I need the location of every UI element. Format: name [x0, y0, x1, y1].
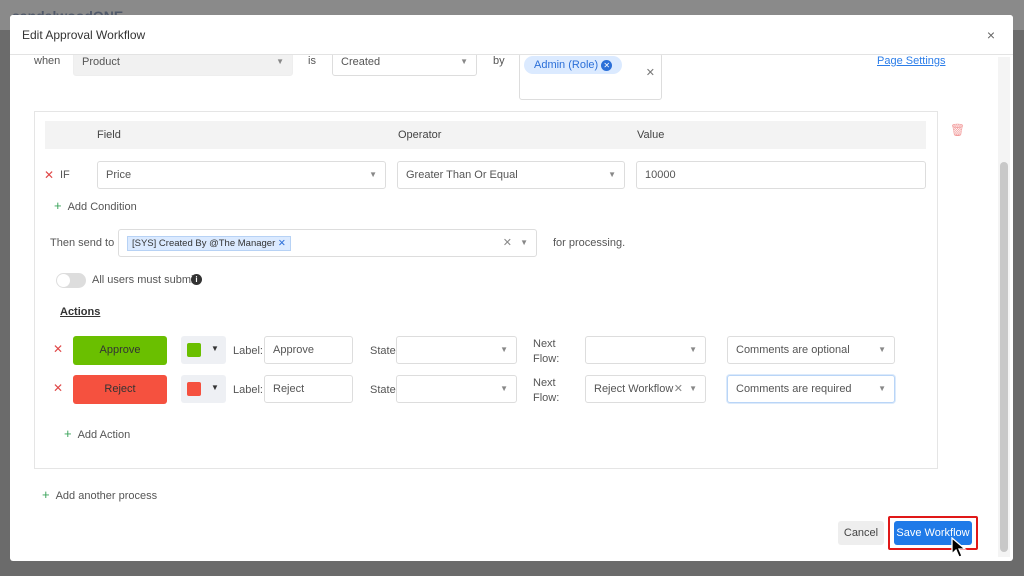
chevron-down-icon: ▼: [878, 345, 886, 354]
chevron-down-icon: ▼: [520, 238, 528, 247]
remove-action-icon[interactable]: ✕: [53, 381, 63, 395]
cancel-button[interactable]: Cancel: [838, 521, 884, 545]
chevron-down-icon: ▼: [369, 170, 377, 179]
is-label: is: [308, 55, 316, 67]
chevron-down-icon: ▼: [878, 384, 886, 393]
plus-icon: +: [42, 487, 50, 502]
all-users-label: All users must submit: [92, 274, 197, 286]
chevron-down-icon: ▼: [500, 384, 508, 393]
when-label: when: [34, 55, 61, 67]
next-flow-select[interactable]: ▼: [585, 336, 706, 364]
comments-value: Comments are required: [736, 383, 852, 395]
cursor-pointer-icon: [951, 537, 967, 558]
actions-title: Actions: [60, 306, 101, 318]
if-label: IF: [60, 169, 70, 181]
value-text: 10000: [645, 169, 676, 181]
action-label-input[interactable]: Approve: [264, 336, 353, 364]
modal-title: Edit Approval Workflow: [22, 28, 146, 42]
scrollbar[interactable]: [998, 57, 1010, 557]
all-users-toggle[interactable]: [56, 273, 86, 288]
action-label-value: Reject: [273, 383, 305, 395]
state-select[interactable]: ▼: [396, 336, 517, 364]
next-flow-select[interactable]: Reject Workflow ✕ ▼: [585, 375, 706, 403]
plus-icon: +: [54, 198, 62, 213]
next-flow-label: Next Flow:: [533, 376, 559, 406]
reject-action-preview[interactable]: Reject: [73, 375, 167, 404]
trash-icon[interactable]: 🗑: [950, 123, 965, 137]
add-condition-label: Add Condition: [67, 201, 137, 213]
chevron-down-icon: ▼: [608, 170, 616, 179]
operator-header: Operator: [398, 129, 442, 141]
next-flow-value: Reject Workflow: [594, 383, 674, 395]
remove-condition-icon[interactable]: ✕: [44, 168, 54, 182]
conditions-header: Field Operator Value: [45, 121, 926, 149]
recipient-tag: [SYS] Created By @The Manager ✕: [127, 236, 291, 251]
edit-approval-workflow-modal: Edit Approval Workflow × when Product ▼ i…: [10, 15, 1013, 561]
role-tag-label: Admin (Role): [534, 59, 599, 71]
value-header: Value: [637, 129, 665, 141]
chevron-down-icon: ▼: [211, 344, 219, 353]
field-header: Field: [97, 129, 121, 141]
label-label: Label:: [233, 345, 263, 357]
next-flow-label: Next Flow:: [533, 337, 559, 367]
state-label: State:: [370, 345, 399, 357]
next-flow-label-line2: Flow:: [533, 353, 560, 365]
then-send-to-label: Then send to: [50, 237, 115, 249]
add-action-label: Add Action: [77, 429, 131, 441]
color-picker[interactable]: ▼: [181, 375, 226, 403]
action-label-input[interactable]: Reject: [264, 375, 353, 403]
entity-value: Product: [82, 56, 120, 68]
color-picker[interactable]: ▼: [181, 336, 226, 364]
clear-icon[interactable]: ✕: [503, 230, 512, 256]
field-value: Price: [106, 169, 132, 181]
add-process-label: Add another process: [55, 490, 158, 502]
chevron-down-icon: ▼: [500, 345, 508, 354]
for-processing-label: for processing.: [553, 237, 626, 249]
remove-tag-icon[interactable]: ✕: [278, 238, 286, 249]
add-condition-button[interactable]: + Add Condition: [54, 198, 137, 213]
clear-icon[interactable]: ✕: [674, 376, 683, 402]
remove-action-icon[interactable]: ✕: [53, 342, 63, 356]
role-tag: Admin (Role) ✕: [524, 56, 623, 74]
recipient-tag-label: [SYS] Created By @The Manager: [132, 238, 276, 249]
approve-action-preview[interactable]: Approve: [73, 336, 167, 365]
comments-select[interactable]: Comments are required ▼: [727, 375, 895, 403]
color-swatch: [187, 382, 201, 396]
modal-header: Edit Approval Workflow ×: [10, 15, 1013, 55]
state-label: State:: [370, 384, 399, 396]
action-label-value: Approve: [273, 344, 314, 356]
label-label: Label:: [233, 384, 263, 396]
close-icon[interactable]: ×: [987, 27, 995, 43]
remove-tag-icon[interactable]: ✕: [601, 60, 613, 71]
comments-value: Comments are optional: [736, 344, 850, 356]
by-label: by: [493, 55, 505, 67]
by-multiselect[interactable]: Admin (Role) ✕ ✕: [519, 53, 662, 100]
operator-value: Greater Than Or Equal: [406, 169, 518, 181]
next-flow-label-line1: Next: [533, 338, 556, 350]
next-flow-label-line2: Flow:: [533, 392, 560, 404]
event-value: Created: [341, 56, 381, 68]
scrollbar-thumb[interactable]: [1000, 162, 1008, 552]
next-flow-label-line1: Next: [533, 377, 556, 389]
chevron-down-icon: ▼: [211, 383, 219, 392]
state-select[interactable]: ▼: [396, 375, 517, 403]
plus-icon: +: [64, 426, 72, 441]
field-select[interactable]: Price ▼: [97, 161, 386, 189]
add-process-button[interactable]: + Add another process: [42, 487, 157, 502]
color-swatch: [187, 343, 201, 357]
chevron-down-icon: ▼: [689, 345, 697, 354]
recipient-select[interactable]: [SYS] Created By @The Manager ✕ ✕ ▼: [118, 229, 537, 257]
add-action-button[interactable]: + Add Action: [64, 426, 130, 441]
value-input[interactable]: 10000: [636, 161, 926, 189]
operator-select[interactable]: Greater Than Or Equal ▼: [397, 161, 625, 189]
page-settings-link[interactable]: Page Settings: [877, 55, 946, 67]
info-icon[interactable]: i: [191, 274, 202, 285]
chevron-down-icon: ▼: [689, 384, 697, 393]
clear-icon[interactable]: ✕: [646, 66, 655, 79]
comments-select[interactable]: Comments are optional ▼: [727, 336, 895, 364]
